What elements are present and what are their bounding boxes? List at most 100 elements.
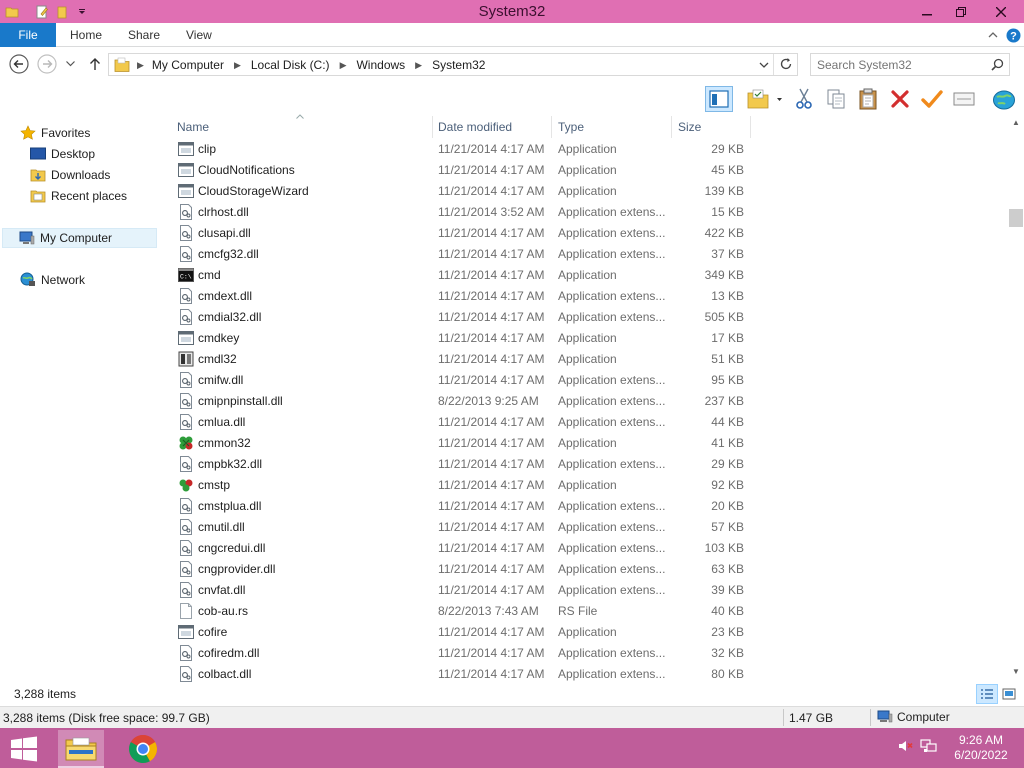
nav-network[interactable]: Network	[20, 270, 85, 290]
table-row[interactable]: cngprovider.dll 11/21/2014 4:17 AM Applica…	[172, 559, 752, 580]
table-row[interactable]: cofire 11/21/2014 4:17 AM Application 23 KB	[172, 622, 752, 643]
paste-icon[interactable]	[854, 86, 882, 112]
taskbar-file-explorer[interactable]	[58, 730, 104, 768]
tab-share[interactable]: Share	[128, 23, 160, 47]
nav-downloads[interactable]: Downloads	[30, 165, 110, 185]
breadcrumb-system32[interactable]: System32	[432, 58, 485, 72]
table-row[interactable]: CloudNotifications 11/21/2014 4:17 AM Appl…	[172, 160, 752, 181]
search-input[interactable]	[817, 57, 987, 73]
address-bar[interactable]: ▶ My Computer ▶ Local Disk (C:) ▶ Window…	[108, 53, 798, 76]
large-icons-view-icon[interactable]	[998, 684, 1020, 704]
file-size: 63 KB	[711, 562, 744, 576]
nav-favorites[interactable]: Favorites	[20, 123, 90, 143]
status-disk-info: 3,288 items (Disk free space: 99.7 GB)	[3, 711, 210, 725]
table-row[interactable]: cmpbk32.dll 11/21/2014 4:17 AM Application…	[172, 454, 752, 475]
table-row[interactable]: cmmon32 11/21/2014 4:17 AM Application 41 K…	[172, 433, 752, 454]
table-row[interactable]: cofiredm.dll 11/21/2014 4:17 AM Applicatio…	[172, 643, 752, 664]
recent-places-icon	[30, 188, 46, 204]
up-icon[interactable]	[84, 53, 106, 75]
tab-view[interactable]: View	[186, 23, 212, 47]
nav-recent-places[interactable]: Recent places	[30, 186, 127, 206]
column-divider[interactable]	[551, 116, 552, 138]
tab-home[interactable]: Home	[70, 23, 102, 47]
table-row[interactable]: cmdkey 11/21/2014 4:17 AM Application 17 KB	[172, 328, 752, 349]
vertical-scrollbar[interactable]: ▲ ▼	[1008, 114, 1024, 684]
table-row[interactable]: cmdial32.dll 11/21/2014 4:17 AM Applicatio…	[172, 307, 752, 328]
table-row[interactable]: cmstplua.dll 11/21/2014 4:17 AM Applicatio…	[172, 496, 752, 517]
table-row[interactable]: cngcredui.dll 11/21/2014 4:17 AM Applicati…	[172, 538, 752, 559]
search-icon[interactable]	[991, 58, 1004, 74]
minimize-button[interactable]	[910, 0, 944, 23]
table-row[interactable]: cob-au.rs 8/22/2013 7:43 AM RS File 40 KB	[172, 601, 752, 622]
table-row[interactable]: cmstp 11/21/2014 4:17 AM Application 92 KB	[172, 475, 752, 496]
nav-network-label: Network	[41, 273, 86, 287]
scroll-down-icon[interactable]: ▼	[1010, 667, 1022, 679]
file-date: 11/21/2014 4:17 AM	[438, 583, 545, 597]
column-divider[interactable]	[750, 116, 751, 138]
network-tray-icon[interactable]	[920, 738, 938, 754]
chevron-up-icon[interactable]	[984, 23, 1002, 47]
table-row[interactable]: cmutil.dll 11/21/2014 4:17 AM Application …	[172, 517, 752, 538]
file-size: 44 KB	[711, 415, 744, 429]
tab-file[interactable]: File	[0, 23, 56, 47]
table-row[interactable]: clrhost.dll 11/21/2014 3:52 AM Application…	[172, 202, 752, 223]
column-header-name[interactable]: Name	[177, 118, 209, 138]
refresh-icon[interactable]	[779, 57, 793, 74]
checkmark-icon[interactable]	[918, 86, 946, 112]
cut-icon[interactable]	[790, 86, 818, 112]
recent-locations-icon[interactable]	[62, 53, 78, 75]
globe-icon[interactable]	[990, 86, 1018, 112]
table-row[interactable]: colbact.dll 11/21/2014 4:17 AM Application…	[172, 664, 752, 685]
file-explorer-icon	[65, 737, 97, 761]
file-name: cmlua.dll	[198, 415, 246, 429]
preview-pane-icon[interactable]	[705, 86, 733, 112]
column-header-date[interactable]: Date modified	[438, 118, 512, 138]
scrollbar-thumb[interactable]	[1009, 209, 1023, 227]
help-icon[interactable]: ?	[1004, 23, 1022, 47]
search-box[interactable]	[810, 53, 1010, 76]
table-row[interactable]: cmifw.dll 11/21/2014 4:17 AM Application e…	[172, 370, 752, 391]
file-name: cmstplua.dll	[198, 499, 262, 513]
chevron-right-icon[interactable]: ▶	[234, 60, 241, 71]
table-row[interactable]: cmcfg32.dll 11/21/2014 4:17 AM Application…	[172, 244, 752, 265]
forward-button[interactable]	[36, 53, 58, 75]
table-row[interactable]: cmlua.dll 11/21/2014 4:17 AM Application e…	[172, 412, 752, 433]
table-row[interactable]: clip 11/21/2014 4:17 AM Application 29 KB	[172, 139, 752, 160]
taskbar-chrome[interactable]	[120, 730, 166, 768]
table-row[interactable]: cmdext.dll 11/21/2014 4:17 AM Application …	[172, 286, 752, 307]
start-button[interactable]	[6, 734, 42, 764]
column-header-type[interactable]: Type	[558, 118, 584, 138]
details-view-icon[interactable]	[976, 684, 998, 704]
maximize-button[interactable]	[944, 0, 978, 23]
rename-icon[interactable]	[950, 86, 978, 112]
folder-options-icon[interactable]	[742, 86, 786, 112]
chevron-right-icon[interactable]: ▶	[415, 60, 422, 71]
breadcrumb-windows[interactable]: Windows	[356, 58, 405, 72]
file-type: Application	[558, 163, 617, 177]
breadcrumb-my-computer[interactable]: My Computer	[152, 58, 224, 72]
chevron-right-icon[interactable]: ▶	[340, 60, 347, 71]
file-name: cmstp	[198, 478, 231, 492]
delete-icon[interactable]	[886, 86, 914, 112]
nav-my-computer[interactable]: My Computer	[2, 228, 157, 248]
file-type: Application	[558, 184, 617, 198]
table-row[interactable]: cnvfat.dll 11/21/2014 4:17 AM Application …	[172, 580, 752, 601]
copy-icon[interactable]	[822, 86, 850, 112]
taskbar-clock[interactable]: 9:26 AM 6/20/2022	[946, 733, 1016, 763]
volume-muted-icon[interactable]	[898, 738, 914, 754]
table-row[interactable]: C:\ cmd 11/21/2014 4:17 AM Application 349 K…	[172, 265, 752, 286]
scroll-up-icon[interactable]: ▲	[1010, 118, 1022, 130]
address-dropdown-icon[interactable]	[759, 59, 769, 73]
column-divider[interactable]	[432, 116, 433, 138]
breadcrumb-local-disk[interactable]: Local Disk (C:)	[251, 58, 330, 72]
table-row[interactable]: cmipnpinstall.dll 8/22/2013 9:25 AM Applic…	[172, 391, 752, 412]
column-header-size[interactable]: Size	[678, 118, 701, 138]
back-button[interactable]	[8, 53, 30, 75]
nav-desktop[interactable]: Desktop	[30, 144, 95, 164]
table-row[interactable]: CloudStorageWizard 11/21/2014 4:17 AM Appl…	[172, 181, 752, 202]
close-button[interactable]	[978, 0, 1024, 23]
chevron-right-icon[interactable]: ▶	[137, 60, 144, 71]
table-row[interactable]: cmdl32 11/21/2014 4:17 AM Application 51 KB	[172, 349, 752, 370]
column-divider[interactable]	[671, 116, 672, 138]
table-row[interactable]: clusapi.dll 11/21/2014 4:17 AM Application…	[172, 223, 752, 244]
